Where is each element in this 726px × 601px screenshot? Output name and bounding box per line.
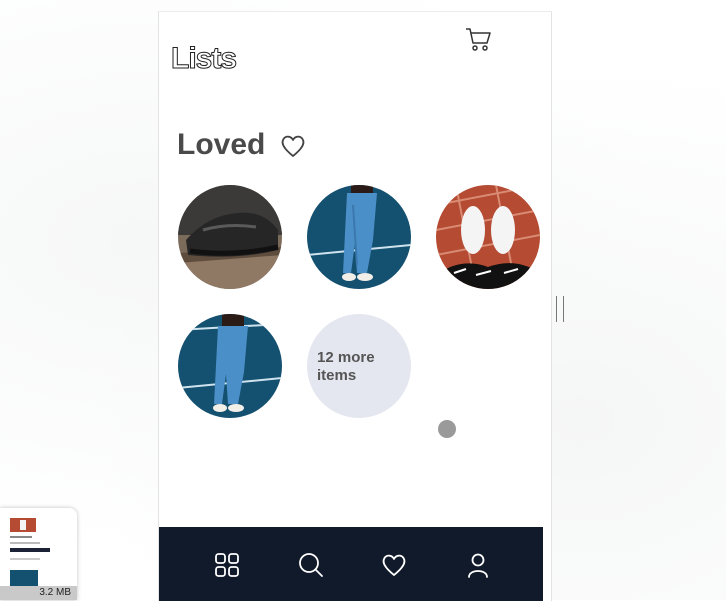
cart-icon[interactable] xyxy=(464,26,492,52)
heart-outline-icon xyxy=(281,135,305,157)
section-title-loved: Loved xyxy=(177,128,266,161)
resize-handle[interactable] xyxy=(556,296,564,322)
sneaker-photo xyxy=(178,185,282,289)
loved-item-black-sneaker[interactable] xyxy=(178,185,282,289)
page-title: Lists xyxy=(170,42,237,76)
search-icon[interactable] xyxy=(296,550,326,580)
profile-icon[interactable] xyxy=(463,550,493,580)
more-items-button[interactable]: 12 more items xyxy=(307,314,411,418)
heart-icon[interactable] xyxy=(379,550,409,580)
jeans-photo xyxy=(307,185,411,289)
jeans-photo-2 xyxy=(178,314,282,418)
thumbnail-size-label: 3.2 MB xyxy=(0,586,77,600)
loved-item-jeans-1[interactable] xyxy=(307,185,411,289)
bottom-tab-bar xyxy=(159,527,543,601)
loved-item-jeans-2[interactable] xyxy=(178,314,282,418)
more-items-label: 12 more items xyxy=(317,349,375,384)
grid-icon[interactable] xyxy=(212,550,242,580)
brick-sneakers-photo xyxy=(436,185,540,289)
cursor-dot xyxy=(438,420,456,438)
loved-item-white-sneakers[interactable] xyxy=(436,185,540,289)
phone-screen: Lists Loved 12 more items xyxy=(158,11,552,601)
